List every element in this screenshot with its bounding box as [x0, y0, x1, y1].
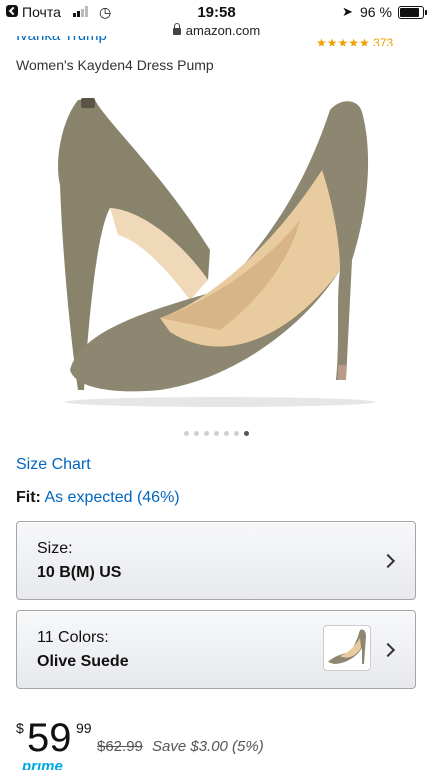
size-selector-button[interactable]: Size: 10 B(M) US	[16, 521, 416, 600]
rating-count: 373	[373, 36, 394, 46]
chevron-right-icon	[380, 553, 396, 569]
list-price: $62.99	[97, 738, 143, 755]
product-image[interactable]	[40, 90, 400, 410]
price-whole: 59	[27, 716, 72, 760]
savings-text: Save $3.00 (5%)	[152, 738, 264, 755]
fit-label: Fit:	[16, 489, 41, 506]
fit-info: Fit: As expected (46%)	[16, 489, 180, 507]
color-swatch-thumbnail	[323, 625, 371, 671]
price-cents: 99	[76, 720, 92, 736]
pager-dot[interactable]	[214, 431, 219, 436]
pager-dot[interactable]	[224, 431, 229, 436]
brand-link[interactable]: Ivanka Trump	[16, 36, 107, 46]
size-label: Size:	[37, 540, 73, 557]
currency-symbol: $	[16, 720, 24, 736]
pager-dot[interactable]	[184, 431, 189, 436]
size-chart-link[interactable]: Size Chart	[16, 456, 91, 474]
chevron-right-icon	[380, 642, 396, 658]
shoe-shadow	[65, 397, 375, 407]
battery-percentage: 96 %	[360, 4, 392, 20]
product-title: Women's Kayden4 Dress Pump	[16, 57, 214, 73]
star-rating-icon: ★★★★★	[316, 36, 370, 46]
heel-tip	[338, 365, 346, 380]
pager-dot[interactable]	[204, 431, 209, 436]
shoe-logo-plate	[81, 98, 95, 108]
image-pager[interactable]	[0, 431, 433, 436]
lock-icon	[172, 23, 181, 36]
pager-dot[interactable]	[194, 431, 199, 436]
status-bar: Почта ◷ 19:58 ➤ 96 %	[0, 0, 433, 24]
rating-summary[interactable]: ★★★★★ 373	[316, 36, 393, 46]
fit-value-link[interactable]: As expected (46%)	[44, 489, 179, 506]
color-selector-button[interactable]: 11 Colors: Olive Suede	[16, 610, 416, 689]
colors-label: 11 Colors:	[37, 629, 109, 646]
pager-dot[interactable]	[234, 431, 239, 436]
url-text: amazon.com	[185, 23, 261, 38]
battery-icon	[398, 6, 427, 19]
location-arrow-icon: ➤	[342, 4, 353, 19]
color-value: Olive Suede	[37, 653, 129, 670]
prime-badge: prime	[22, 762, 63, 770]
size-value: 10 B(M) US	[37, 564, 122, 581]
price-row: $ 59 99 $62.99 Save $3.00 (5%)	[16, 710, 426, 760]
pager-dot[interactable]	[244, 431, 249, 436]
